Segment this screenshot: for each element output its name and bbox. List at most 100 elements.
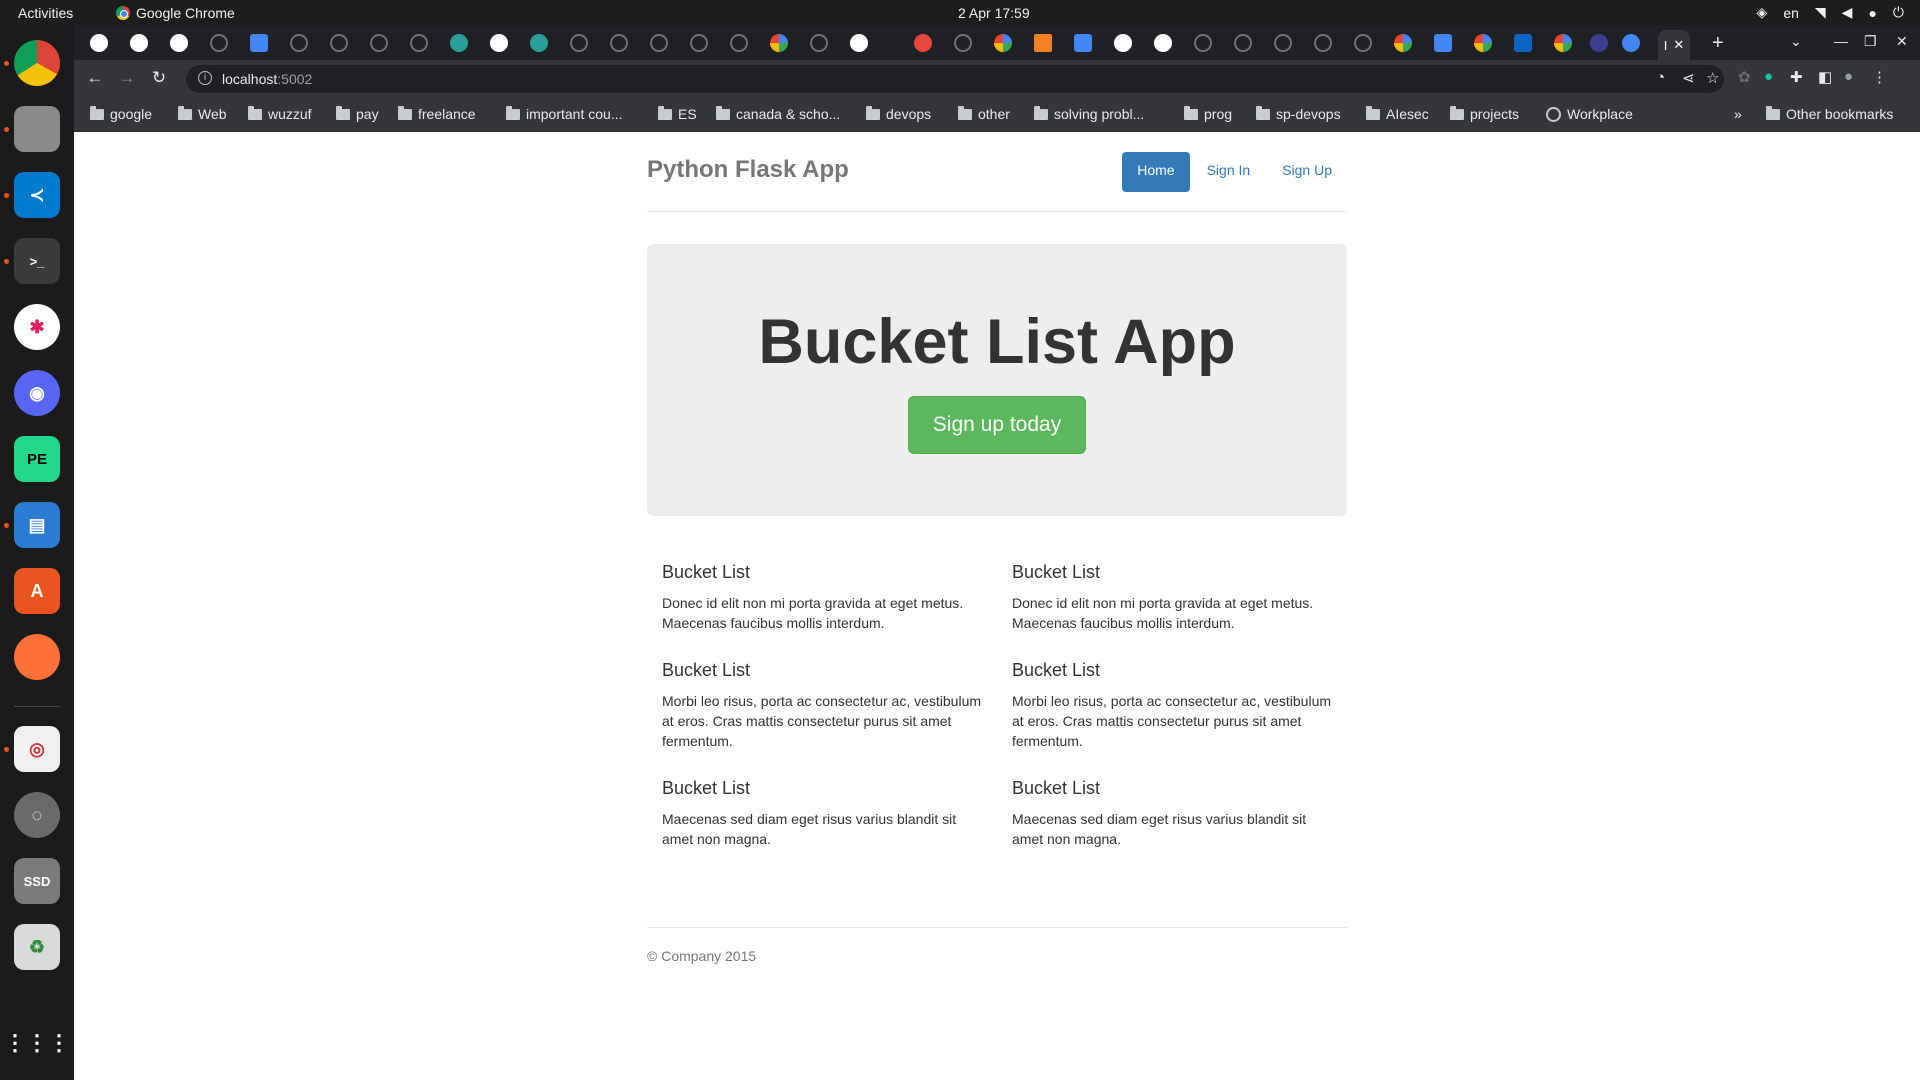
grammarly-icon[interactable]: ● (1764, 68, 1773, 85)
address-bar[interactable]: i localhost:5002 ◔ ⋖ ☆ (186, 65, 1724, 93)
trash-icon[interactable]: ♻ (14, 924, 60, 970)
bookmark-folder[interactable]: Web (178, 105, 227, 122)
bookmark-star-icon[interactable]: ☆ (1706, 69, 1719, 87)
github-tab-icon[interactable] (1314, 34, 1332, 52)
nav-sign-up[interactable]: Sign Up (1267, 152, 1347, 192)
back-button[interactable]: ← (84, 68, 106, 88)
nav-sign-in[interactable]: Sign In (1192, 152, 1266, 192)
github-tab-icon[interactable] (410, 34, 428, 52)
bookmark-folder[interactable]: prog (1184, 105, 1232, 122)
tab-favicon[interactable] (1622, 34, 1640, 52)
github-tab-icon[interactable] (370, 34, 388, 52)
writer-icon[interactable]: ▤ (14, 502, 60, 548)
tab-favicon[interactable] (90, 34, 108, 52)
maximize-button[interactable]: ❐ (1864, 33, 1877, 50)
tab-search-icon[interactable]: ⌄ (1790, 33, 1802, 50)
bookmarks-overflow-button[interactable]: » (1734, 106, 1742, 122)
document-viewer-icon[interactable]: ◎ (14, 726, 60, 772)
reload-button[interactable]: ↻ (148, 68, 170, 88)
chrome-menu-icon[interactable]: ⋮ (1872, 68, 1887, 86)
tab-favicon[interactable] (1434, 34, 1452, 52)
bookmark-folder[interactable]: wuzzuf (248, 105, 312, 122)
tab-favicon[interactable] (530, 34, 548, 52)
docs-tab-icon[interactable] (250, 34, 268, 52)
github-tab-icon[interactable] (1194, 34, 1212, 52)
clock[interactable]: 2 Apr 17:59 (958, 5, 1030, 21)
stackoverflow-tab-icon[interactable] (1034, 34, 1052, 52)
github-tab-icon[interactable] (330, 34, 348, 52)
nav-home[interactable]: Home (1122, 152, 1190, 192)
show-apps-icon[interactable]: ⋮⋮⋮ (4, 1020, 70, 1066)
new-tab-button[interactable]: + (1712, 32, 1724, 55)
tab-favicon[interactable] (1114, 34, 1132, 52)
bookmark-folder[interactable]: devops (866, 105, 931, 122)
google-tab-icon[interactable] (1554, 34, 1572, 52)
bookmark-folder[interactable]: solving probl... (1034, 105, 1144, 122)
bookmark-folder[interactable]: ES (658, 105, 697, 122)
google-tab-icon[interactable] (1394, 34, 1412, 52)
vscode-icon[interactable]: ≺ (14, 172, 60, 218)
github-tab-icon[interactable] (690, 34, 708, 52)
files-icon[interactable] (14, 106, 60, 152)
share-icon[interactable]: ⋖ (1682, 69, 1695, 87)
app-menu[interactable]: Google Chrome (116, 5, 235, 21)
active-tab[interactable]: I ✕ (1658, 30, 1690, 60)
site-info-icon[interactable]: i (198, 71, 212, 85)
github-tab-icon[interactable] (1274, 34, 1292, 52)
recording-tab-icon[interactable] (914, 34, 932, 52)
bookmark-folder[interactable]: AIesec (1366, 105, 1429, 122)
system-tray[interactable]: ◈ en ◥ ◀ ● ⏻ (1757, 4, 1904, 21)
slack-icon[interactable]: ✱ (14, 304, 60, 350)
github-tab-icon[interactable] (1234, 34, 1252, 52)
bookmark-folder[interactable]: pay (336, 105, 379, 122)
github-tab-icon[interactable] (1354, 34, 1372, 52)
minimize-button[interactable]: — (1834, 33, 1848, 49)
google-tab-icon[interactable] (994, 34, 1012, 52)
pycharm-icon[interactable]: PE (14, 436, 60, 482)
sign-up-today-button[interactable]: Sign up today (908, 396, 1086, 454)
other-bookmarks-folder[interactable]: Other bookmarks (1766, 105, 1893, 122)
angular-tab-icon[interactable] (1590, 34, 1608, 52)
tab-favicon[interactable] (130, 34, 148, 52)
wordpress-tab-icon[interactable] (850, 34, 868, 52)
forward-button[interactable]: → (116, 68, 138, 88)
bookmark-folder[interactable]: google (90, 105, 152, 122)
discord-icon[interactable]: ◉ (14, 370, 60, 416)
close-tab-icon[interactable]: ✕ (1673, 37, 1684, 53)
side-panel-icon[interactable]: ◧ (1818, 68, 1832, 86)
chrome-dock-icon[interactable] (14, 40, 60, 86)
terminal-icon[interactable]: >_ (14, 238, 60, 284)
bookmark-folder[interactable]: important cou... (506, 105, 623, 122)
bookmark-folder[interactable]: projects (1450, 105, 1519, 122)
bookmark-workplace[interactable]: Workplace (1546, 106, 1633, 122)
profile-avatar-icon[interactable]: ● (1844, 68, 1853, 85)
google-lens-icon[interactable]: ◔ (1656, 69, 1665, 86)
github-tab-icon[interactable] (730, 34, 748, 52)
bookmark-folder[interactable]: other (958, 105, 1010, 122)
github-tab-icon[interactable] (810, 34, 828, 52)
github-tab-icon[interactable] (954, 34, 972, 52)
close-window-button[interactable]: ✕ (1896, 33, 1908, 50)
firefox-icon[interactable] (14, 634, 60, 680)
github-tab-icon[interactable] (570, 34, 588, 52)
extensions-puzzle-icon[interactable]: ✚ (1790, 68, 1803, 86)
google-tab-icon[interactable] (1474, 34, 1492, 52)
medium-tab-icon[interactable] (490, 34, 508, 52)
github-tab-icon[interactable] (610, 34, 628, 52)
url-text[interactable]: localhost:5002 (222, 71, 312, 87)
tab-favicon[interactable] (450, 34, 468, 52)
extension-icon[interactable]: ✿ (1738, 68, 1751, 86)
tab-favicon[interactable] (170, 34, 188, 52)
activities-button[interactable]: Activities (18, 5, 73, 21)
bookmark-folder[interactable]: canada & scho... (716, 105, 840, 122)
bookmark-folder[interactable]: freelance (398, 105, 476, 122)
github-tab-icon[interactable] (210, 34, 228, 52)
google-tab-icon[interactable] (770, 34, 788, 52)
software-center-icon[interactable]: A (14, 568, 60, 614)
github-tab-icon[interactable] (290, 34, 308, 52)
tab-favicon[interactable] (1154, 34, 1172, 52)
bookmark-folder[interactable]: sp-devops (1256, 105, 1341, 122)
linkedin-tab-icon[interactable] (1514, 34, 1532, 52)
tab-favicon[interactable] (1074, 34, 1092, 52)
language-indicator[interactable]: en (1783, 5, 1799, 21)
